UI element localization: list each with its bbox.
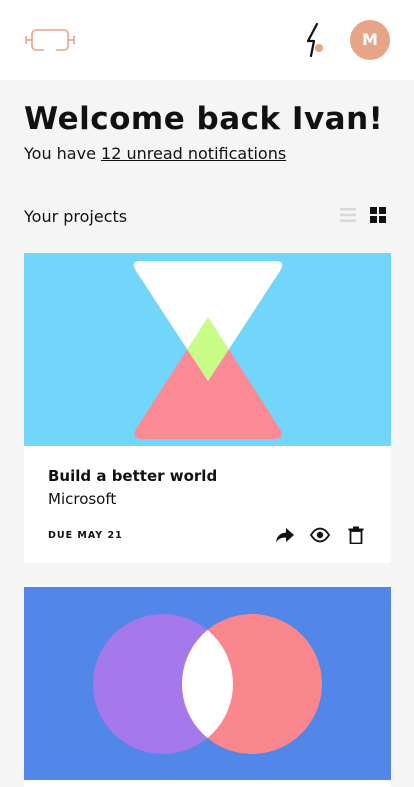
- top-bar: M: [0, 0, 414, 80]
- notification-summary: You have 12 unread notifications: [24, 144, 286, 163]
- lightning-bolt-icon[interactable]: [302, 22, 328, 58]
- project-thumbnail[interactable]: [24, 253, 391, 446]
- project-due-date: DUE MAY 21: [48, 530, 123, 541]
- project-thumbnail[interactable]: [24, 587, 391, 780]
- welcome-heading: Welcome back Ivan!: [24, 101, 384, 137]
- list-view-icon[interactable]: [339, 207, 357, 223]
- logo-icon[interactable]: [24, 26, 76, 54]
- project-client: Microsoft: [48, 490, 117, 508]
- eye-icon[interactable]: [310, 526, 330, 544]
- project-card[interactable]: Build a better world Microsoft DUE MAY 2…: [24, 253, 391, 563]
- project-title: Build a better world: [48, 467, 218, 485]
- grid-view-icon[interactable]: [370, 207, 386, 223]
- project-card[interactable]: [24, 587, 391, 787]
- projects-heading: Your projects: [24, 207, 128, 226]
- share-icon[interactable]: [275, 526, 295, 544]
- avatar[interactable]: M: [350, 20, 390, 60]
- notification-prefix: You have: [24, 144, 102, 163]
- trash-icon[interactable]: [346, 526, 366, 544]
- notifications-link[interactable]: 12 unread notifications: [101, 144, 286, 163]
